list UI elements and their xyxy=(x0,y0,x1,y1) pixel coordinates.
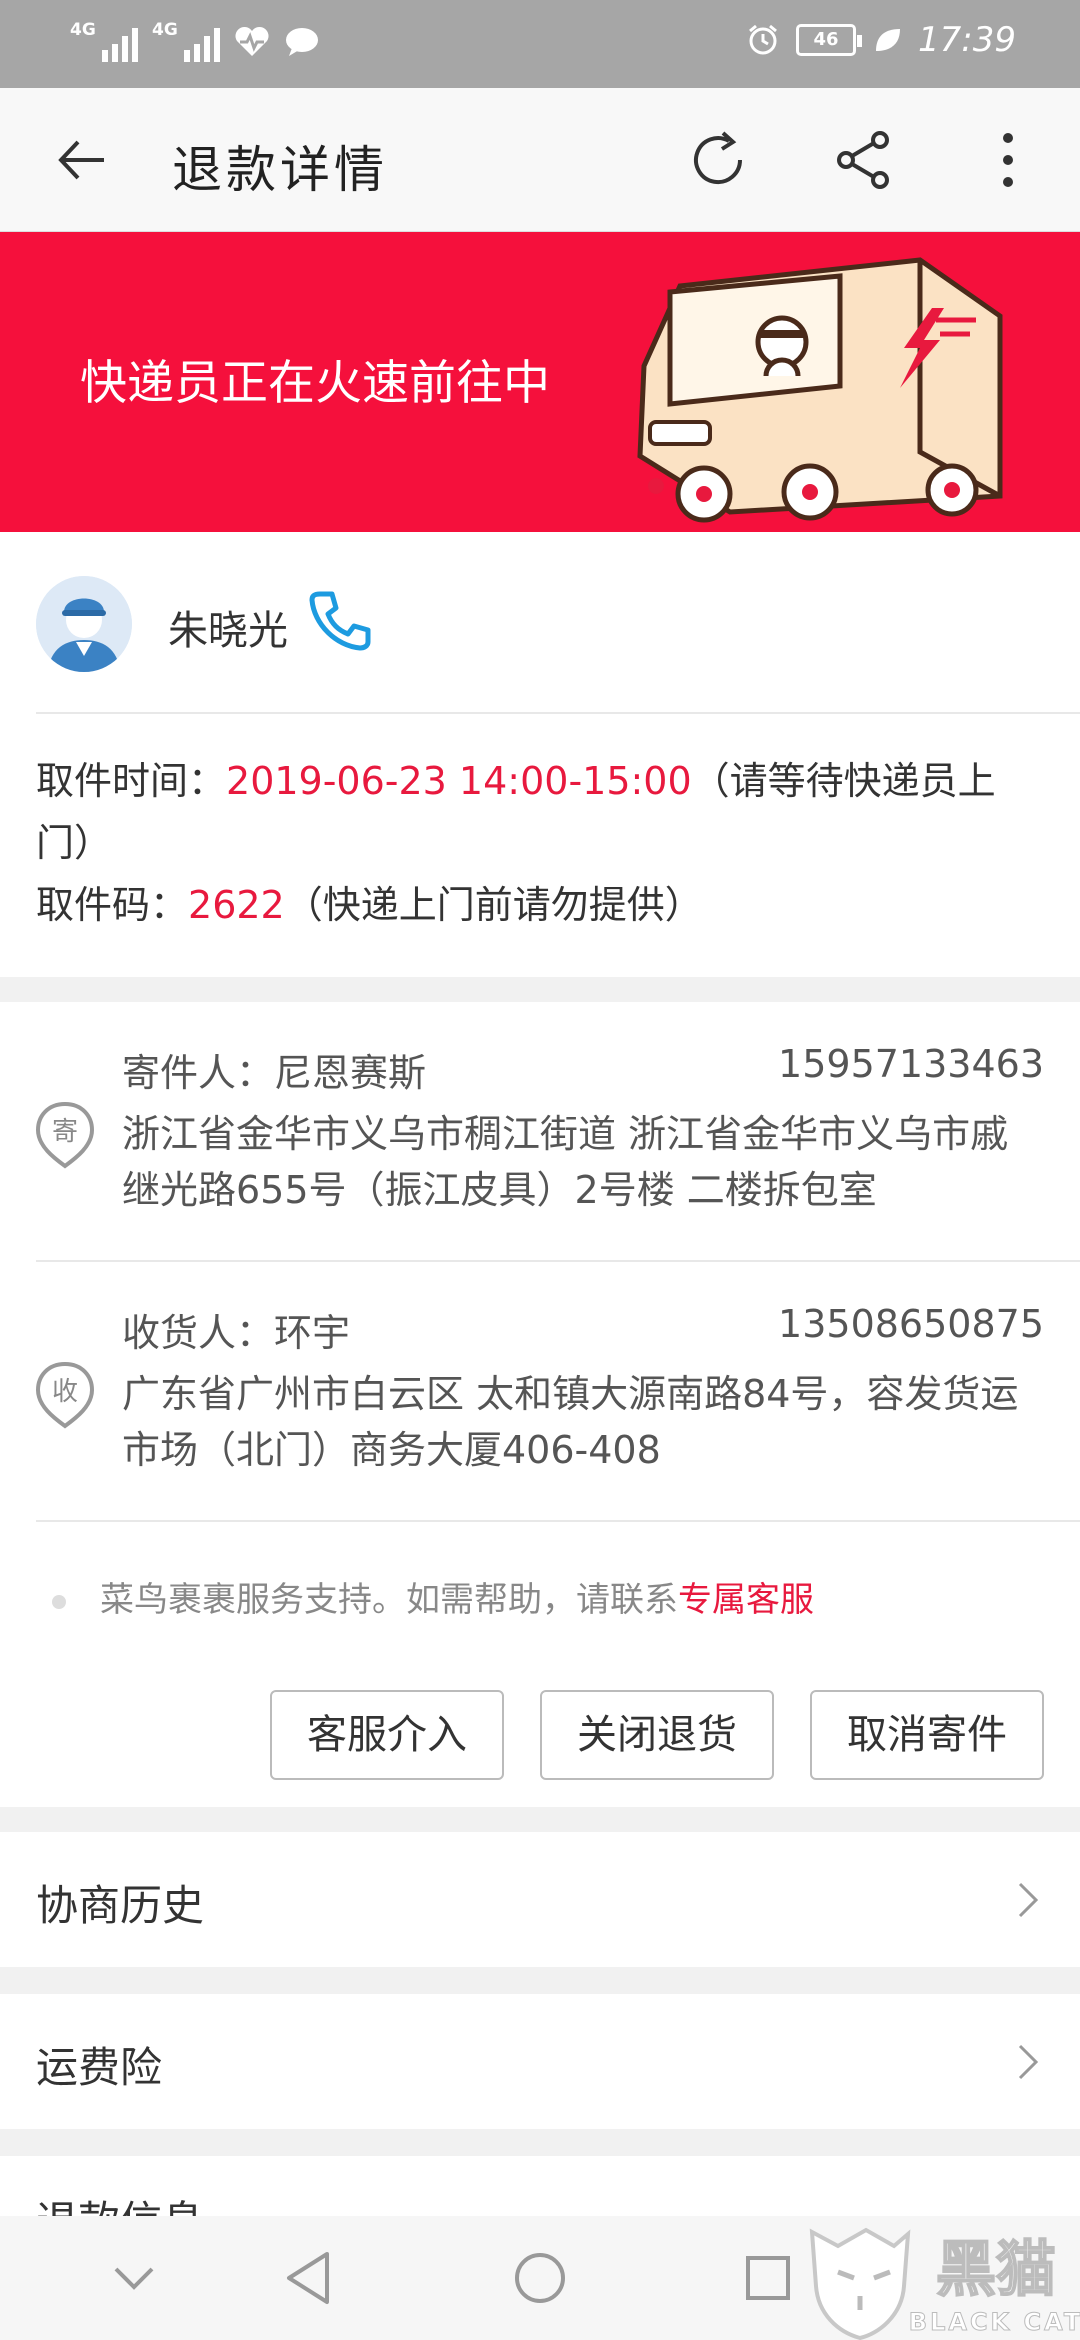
pickup-time-label: 取件时间： xyxy=(36,759,227,803)
battery-icon: 46 xyxy=(796,24,863,56)
network-type-label: 4G xyxy=(70,20,96,40)
refund-info-row[interactable]: 退款信息 xyxy=(0,2156,1080,2216)
back-arrow-icon xyxy=(58,140,104,180)
status-bar: 4G 4G 46 17:39 xyxy=(0,0,1080,88)
nav-recents-button[interactable] xyxy=(732,2242,804,2314)
refund-info-label: 退款信息 xyxy=(36,2188,204,2216)
black-cat-watermark-logo: 黑猫 BLACK CAT xyxy=(809,2227,1080,2340)
more-options-button[interactable] xyxy=(970,122,1046,198)
sender-send-icon: 寄 xyxy=(35,1101,95,1169)
alarm-icon xyxy=(749,24,777,55)
refresh-button[interactable] xyxy=(680,122,756,198)
pickup-info: 取件时间：2019-06-23 14:00-15:00（请等待快递员上门） 取件… xyxy=(36,750,1046,936)
negotiation-history-row[interactable]: 协商历史 xyxy=(0,1832,1080,1967)
health-icon xyxy=(235,26,269,56)
negotiation-history-label: 协商历史 xyxy=(36,1881,205,1930)
banner-text: 快递员正在火速前往中 xyxy=(80,356,550,411)
sender-phone: 15957133463 xyxy=(778,1042,1044,1086)
pickup-code-label: 取件码： xyxy=(36,883,189,927)
signal-icon: 4G xyxy=(152,22,220,62)
share-button[interactable] xyxy=(826,122,902,198)
share-icon xyxy=(837,131,889,189)
nav-back-button[interactable] xyxy=(272,2242,344,2314)
address-card: 寄件人：尼恩赛斯 15957133463 寄 浙江省金华市义乌市稠江街道 浙江省… xyxy=(0,1002,1080,1807)
divider xyxy=(36,712,1080,714)
nav-home-button[interactable] xyxy=(504,2242,576,2314)
bullet-dot xyxy=(52,1594,66,1609)
receiver-icon-char: 收 xyxy=(52,1377,78,1407)
pickup-code-note: （快递上门前请勿提供） xyxy=(284,883,703,927)
refresh-icon xyxy=(694,131,742,185)
sender-label: 寄件人：尼恩赛斯 xyxy=(122,1051,427,1095)
delivery-truck-illustration xyxy=(637,257,1003,523)
shipping-insurance-row[interactable]: 运费险 xyxy=(0,1994,1080,2129)
customer-service-link[interactable]: 专属客服 xyxy=(678,1580,814,1620)
divider xyxy=(36,1520,1080,1522)
customer-service-intervene-button[interactable]: 客服介入 xyxy=(270,1690,504,1780)
receiver-phone: 13508650875 xyxy=(778,1302,1044,1346)
pickup-time-value: 2019-06-23 14:00-15:00 xyxy=(226,759,692,803)
app-toolbar: 退款详情 xyxy=(0,88,1080,232)
circle-home-icon xyxy=(515,2253,565,2303)
triangle-back-icon xyxy=(287,2252,329,2304)
battery-level: 46 xyxy=(813,29,839,50)
square-recents-icon xyxy=(746,2256,790,2300)
divider xyxy=(36,1260,1080,1262)
close-return-button[interactable]: 关闭退货 xyxy=(540,1690,774,1780)
signal-icon: 4G xyxy=(70,22,138,62)
back-button[interactable] xyxy=(44,122,120,198)
svg-text:黑猫: 黑猫 xyxy=(936,2235,1056,2305)
svg-text:BLACK CAT: BLACK CAT xyxy=(909,2308,1080,2336)
call-courier-button[interactable] xyxy=(306,586,374,658)
status-banner: 快递员正在火速前往中 xyxy=(0,232,1080,532)
sender-icon-char: 寄 xyxy=(52,1117,78,1147)
network-type-label: 4G xyxy=(152,20,178,40)
phone-icon xyxy=(309,591,371,651)
clock: 17:39 xyxy=(918,20,1016,60)
notice-text: 菜鸟裹裹服务支持。如需帮助，请联系 xyxy=(100,1580,678,1620)
sender-address: 浙江省金华市义乌市稠江街道 浙江省金华市义乌市戚继光路655号（振江皮具）2号楼… xyxy=(122,1112,1009,1212)
receiver-address: 广东省广州市白云区 太和镇大源南路84号，容发货运市场（北门）商务大厦406-4… xyxy=(122,1372,1019,1472)
hide-nav-button[interactable] xyxy=(98,2242,170,2314)
pickup-code-value: 2622 xyxy=(188,883,285,927)
receiver-receive-icon: 收 xyxy=(35,1361,95,1429)
page-title: 退款详情 xyxy=(172,141,388,199)
courier-avatar-icon xyxy=(36,576,132,672)
receiver-label: 收货人：环宇 xyxy=(122,1311,351,1355)
message-icon xyxy=(286,28,318,56)
chevron-down-icon xyxy=(114,2267,154,2290)
chevron-right-icon xyxy=(1018,1882,1039,1918)
more-vertical-icon xyxy=(1003,133,1013,187)
pickup-code-row: 取件码：2622（快递上门前请勿提供） xyxy=(36,874,1046,936)
courier-name: 朱晓光 xyxy=(168,608,288,654)
cancel-shipment-button[interactable]: 取消寄件 xyxy=(810,1690,1044,1780)
leaf-icon xyxy=(876,29,901,51)
service-notice: 菜鸟裹裹服务支持。如需帮助，请联系专属客服 xyxy=(52,1572,814,1621)
courier-avatar xyxy=(36,576,132,672)
pickup-time-row: 取件时间：2019-06-23 14:00-15:00（请等待快递员上门） xyxy=(36,750,1046,874)
courier-card: 朱晓光 取件时间：2019-06-23 14:00-15:00（请等待快递员上门… xyxy=(0,532,1080,977)
chevron-right-icon xyxy=(1018,2044,1039,2080)
shipping-insurance-label: 运费险 xyxy=(36,2043,163,2092)
